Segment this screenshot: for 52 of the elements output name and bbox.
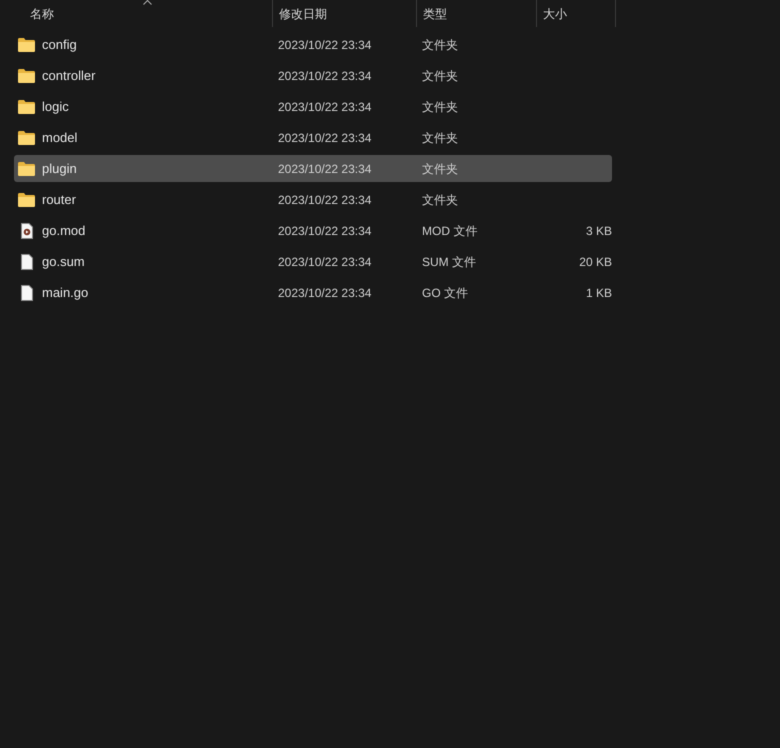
file-size: 20 KB xyxy=(579,254,612,270)
file-type: 文件夹 xyxy=(421,36,459,54)
folder-icon xyxy=(18,38,35,52)
file-type: 文件夹 xyxy=(421,130,459,146)
folder-icon xyxy=(18,130,35,144)
file-type: 文件夹 xyxy=(421,98,459,116)
folder-icon xyxy=(18,192,35,206)
file-icon xyxy=(20,254,32,270)
modified-date: 2023/10/22 23:34 xyxy=(277,222,372,240)
file-row[interactable]: config 2023/10/22 23:34 文件夹 xyxy=(14,31,612,58)
column-header[interactable]: 类型 xyxy=(423,4,447,22)
modified-date: 2023/10/22 23:34 xyxy=(277,192,372,208)
file-name: config xyxy=(42,36,77,54)
file-type: 文件夹 xyxy=(421,68,459,84)
file-row[interactable]: router 2023/10/22 23:34 文件夹 xyxy=(14,186,612,213)
modified-date: 2023/10/22 23:34 xyxy=(277,160,372,178)
folder-icon xyxy=(18,68,35,82)
file-name: go.sum xyxy=(42,252,85,271)
file-type: MOD 文件 xyxy=(421,222,478,240)
file-type: 文件夹 xyxy=(421,160,459,178)
file-row[interactable]: main.go 2023/10/22 23:34 GO 文件 1 KB xyxy=(14,279,612,306)
file-size: 1 KB xyxy=(586,284,612,302)
file-name: model xyxy=(42,128,78,147)
modified-date: 2023/10/22 23:34 xyxy=(277,284,372,302)
modified-date: 2023/10/22 23:34 xyxy=(277,130,372,146)
file-name: go.mod xyxy=(42,222,86,240)
file-row[interactable]: logic 2023/10/22 23:34 文件夹 xyxy=(14,93,612,120)
file-size: 3 KB xyxy=(586,222,612,240)
modified-date: 2023/10/22 23:34 xyxy=(277,98,372,116)
media-file-icon xyxy=(20,222,32,238)
file-type: 文件夹 xyxy=(421,192,459,208)
folder-icon xyxy=(18,100,35,114)
modified-date: 2023/10/22 23:34 xyxy=(277,36,372,54)
file-name: logic xyxy=(42,98,69,116)
file-row[interactable]: go.sum 2023/10/22 23:34 SUM 文件 20 KB xyxy=(14,248,612,275)
file-type: SUM 文件 xyxy=(421,254,477,270)
file-icon xyxy=(20,284,32,300)
column-header[interactable]: 大小 xyxy=(543,4,567,22)
file-name: router xyxy=(42,190,76,209)
file-row[interactable]: model 2023/10/22 23:34 文件夹 xyxy=(14,124,612,151)
folder-icon xyxy=(18,162,35,176)
file-name: main.go xyxy=(42,284,88,302)
column-header[interactable]: 名称 xyxy=(30,4,54,22)
modified-date: 2023/10/22 23:34 xyxy=(277,68,372,84)
file-row[interactable]: go.mod 2023/10/22 23:34 MOD 文件 3 KB xyxy=(14,217,612,244)
modified-date: 2023/10/22 23:34 xyxy=(277,254,372,270)
file-row[interactable]: controller 2023/10/22 23:34 文件夹 xyxy=(14,62,612,89)
file-row[interactable]: plugin 2023/10/22 23:34 文件夹 xyxy=(14,155,612,182)
file-name: plugin xyxy=(42,160,77,178)
file-name: controller xyxy=(42,66,96,85)
file-type: GO 文件 xyxy=(421,284,470,302)
column-header[interactable]: 修改日期 xyxy=(279,4,327,22)
